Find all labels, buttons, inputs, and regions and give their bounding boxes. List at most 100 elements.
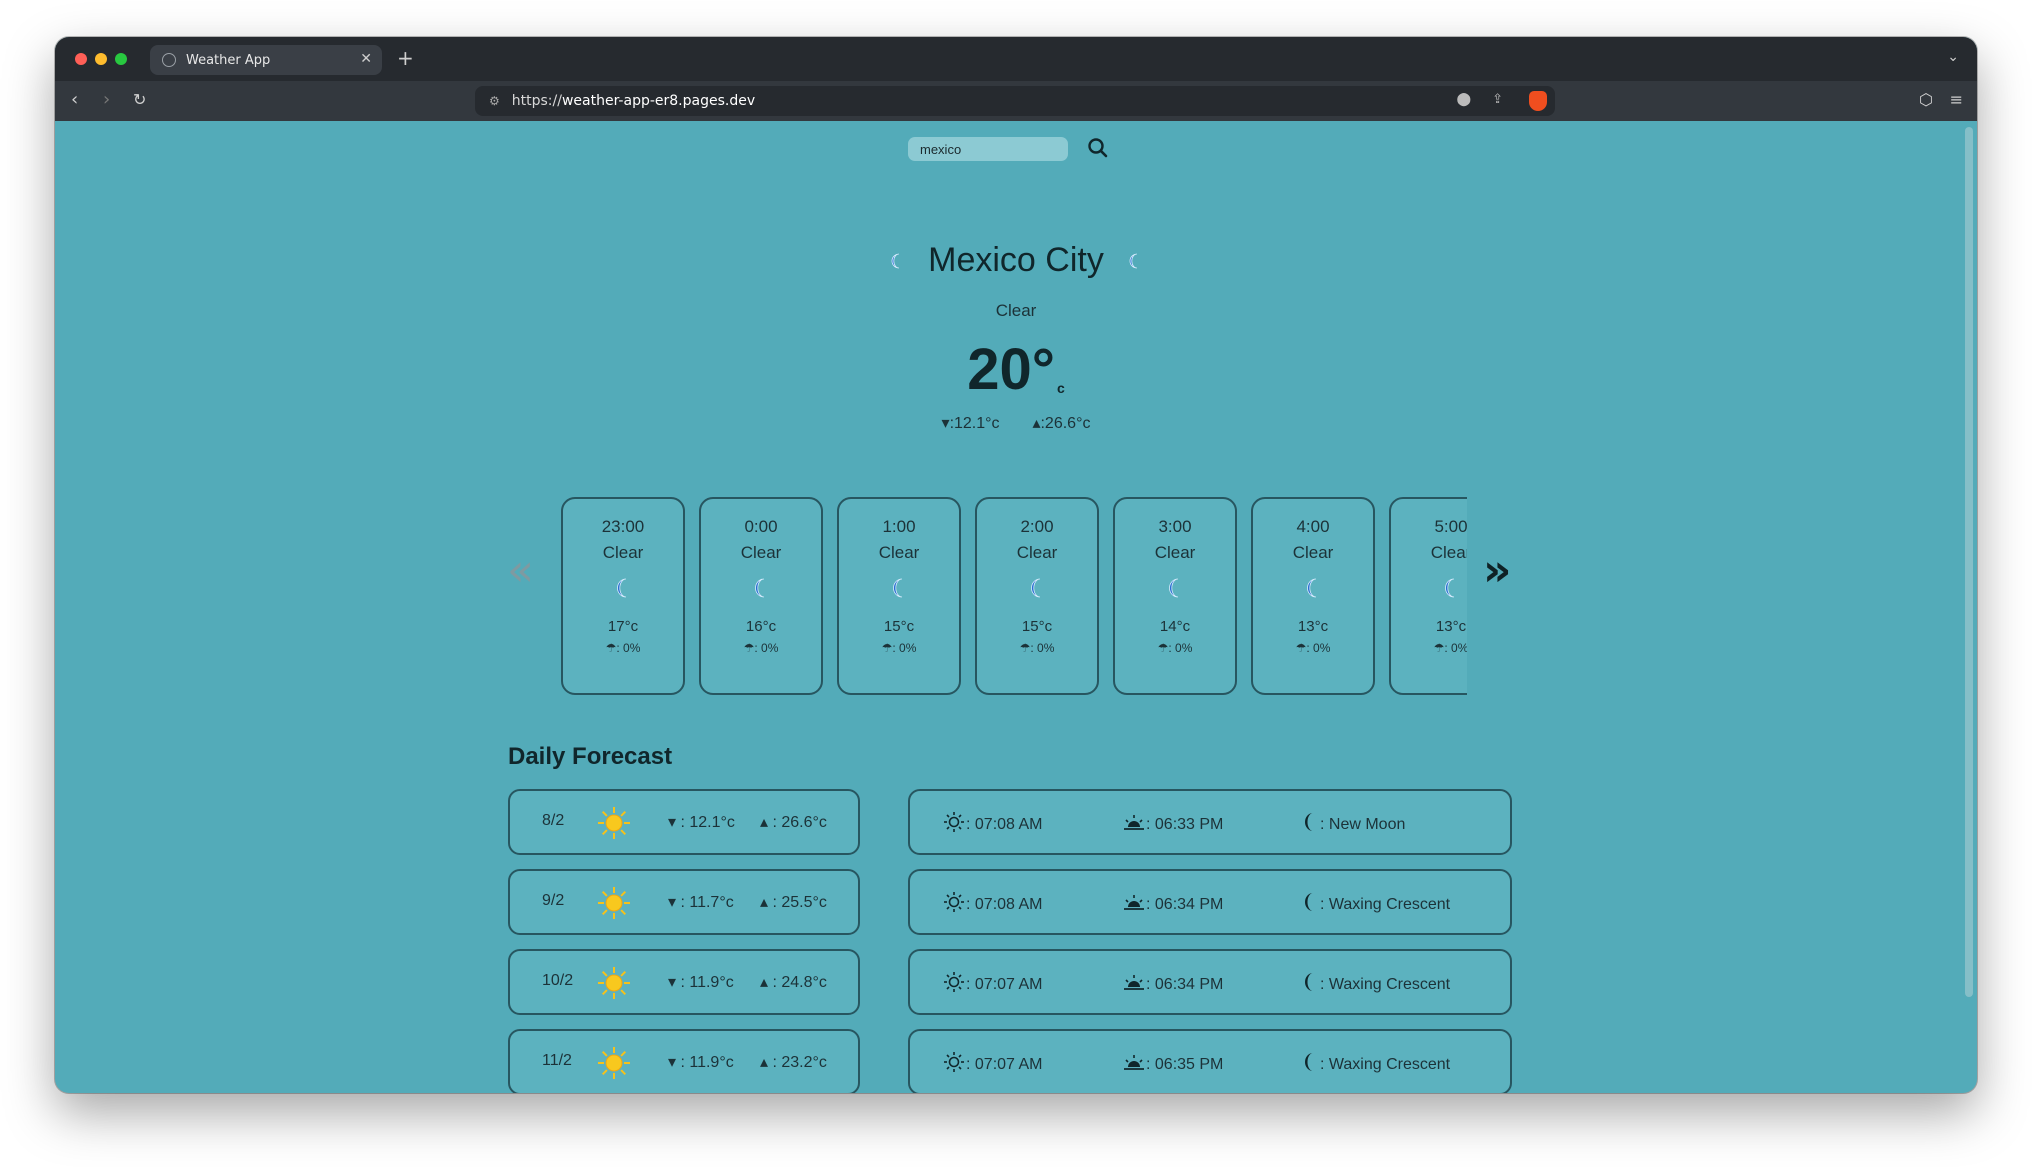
hour-time: 23:00	[601, 517, 645, 536]
umbrella-icon: ☂	[1295, 641, 1307, 655]
search-input[interactable]	[908, 137, 1068, 161]
sunset-icon	[1124, 975, 1144, 990]
extensions-icon[interactable]: ⬡	[1919, 90, 1933, 109]
hour-temp: 16°c	[745, 618, 777, 635]
day-max: : 26.6°c	[772, 814, 827, 831]
hour-card: 5:00 Clear 13°c ☂: 0%	[1389, 497, 1467, 695]
umbrella-icon: ☂	[605, 641, 617, 655]
weather-page: Mexico City Clear 20°c ▾:12.1°c ▴:26.6°c…	[55, 121, 1977, 1093]
max-arrow-icon: ▴	[760, 894, 773, 911]
sun-icon	[598, 807, 630, 839]
sun-icon	[598, 967, 630, 999]
sunrise-icon	[944, 892, 964, 912]
hour-rain: : 0%	[1030, 641, 1055, 655]
moon-icon	[893, 578, 903, 598]
maximize-window-button[interactable]	[115, 53, 127, 65]
min-arrow-icon: ▾	[668, 894, 681, 911]
minimize-window-button[interactable]	[95, 53, 107, 65]
moon-phase-icon	[1305, 813, 1313, 831]
tab-title: Weather App	[186, 52, 271, 68]
tab-close-icon[interactable]: ✕	[360, 51, 372, 67]
day-min: : 11.9°c	[680, 974, 734, 991]
hour-rain: : 0%	[754, 641, 779, 655]
hour-condition: Clear	[740, 543, 782, 562]
close-window-button[interactable]	[75, 53, 87, 65]
umbrella-icon: ☂	[881, 641, 893, 655]
daily-temp-card: 8/2 ▾ : 12.1°c ▴ : 26.6°c	[508, 789, 860, 855]
url-scheme: https://	[511, 93, 562, 109]
hour-card: 4:00 Clear 13°c ☂: 0%	[1251, 497, 1375, 695]
day-max: : 24.8°c	[772, 974, 827, 991]
sunrise-time: : 07:08 AM	[966, 816, 1043, 833]
moon-icon	[891, 253, 899, 268]
hour-condition: Clear	[1430, 543, 1467, 562]
hour-card: 2:00 Clear 15°c ☂: 0%	[975, 497, 1099, 695]
site-settings-icon[interactable]: ⚙	[489, 94, 500, 108]
moon-phase: : Waxing Crescent	[1320, 1056, 1451, 1073]
daily-sun-card: : 07:08 AM : 06:33 PM : New Moon	[908, 789, 1512, 855]
hourly-forecast: 23:00 Clear 17°c ☂: 0% 0:00 Clear 16°c ☂…	[561, 497, 1467, 697]
current-temperature: 20° c	[55, 336, 1977, 403]
current-condition: Clear	[995, 301, 1037, 320]
hour-time: 0:00	[744, 517, 778, 536]
hour-time: 5:00	[1434, 517, 1467, 536]
url-host: weather-app-er8.pages.dev	[561, 93, 756, 109]
hour-card: 23:00 Clear 17°c ☂: 0%	[561, 497, 685, 695]
day-min: : 11.9°c	[680, 1054, 734, 1071]
sunrise-icon	[944, 972, 964, 992]
umbrella-icon: ☂	[743, 641, 755, 655]
max-arrow-icon: ▴	[760, 1054, 773, 1071]
hour-time: 1:00	[882, 517, 916, 536]
tab-weather-app[interactable]: Weather App ✕	[150, 45, 382, 75]
min-max-row: ▾:12.1°c ▴:26.6°c	[55, 413, 1977, 433]
hour-temp: 13°c	[1297, 618, 1329, 635]
moon-phase-icon	[1305, 973, 1313, 991]
moon-phase: : New Moon	[1320, 816, 1406, 833]
reload-icon[interactable]: ↻	[133, 90, 146, 109]
max-arrow-icon: ▴	[760, 814, 773, 831]
hour-temp: 15°c	[1021, 618, 1053, 635]
temperature-unit: c	[1056, 380, 1065, 396]
sunset-icon	[1124, 895, 1144, 910]
temperature-value: 20°	[967, 337, 1055, 402]
daily-sun-card: : 07:08 AM : 06:34 PM : Waxing Crescent	[908, 869, 1512, 935]
tab-bar: Weather App ✕ + ⌄	[55, 37, 1977, 81]
min-temp: :12.1°c	[949, 415, 1000, 432]
daily-forecast-title: Daily Forecast	[508, 743, 673, 770]
hour-rain: : 0%	[1306, 641, 1331, 655]
hour-rain: : 0%	[892, 641, 917, 655]
min-arrow-icon: ▾	[668, 974, 681, 991]
share-icon[interactable]: ⇪	[1492, 92, 1503, 107]
moon-icon	[1307, 578, 1317, 598]
hour-temp: 15°c	[883, 618, 915, 635]
brave-shield-icon[interactable]	[1529, 91, 1547, 111]
next-hours-button[interactable]: »	[1483, 549, 1511, 593]
chevron-down-icon[interactable]: ⌄	[1947, 49, 1959, 65]
moon-icon	[755, 578, 765, 598]
day-max: : 25.5°c	[772, 894, 827, 911]
menu-icon[interactable]: ≡	[1950, 90, 1963, 109]
location-pin-icon[interactable]: ⬤	[1456, 92, 1471, 107]
prev-hours-button[interactable]: «	[507, 549, 534, 593]
moon-icon	[1129, 253, 1138, 268]
sunset-time: : 06:33 PM	[1146, 816, 1224, 833]
hour-time: 3:00	[1158, 517, 1192, 536]
daily-temp-card: 11/2 ▾ : 11.9°c ▴ : 23.2°c	[508, 1029, 860, 1093]
hour-condition: Clear	[1154, 543, 1196, 562]
umbrella-icon: ☂	[1433, 641, 1445, 655]
new-tab-button[interactable]: +	[397, 46, 414, 70]
moon-phase-icon	[1305, 1053, 1313, 1071]
search-icon[interactable]	[1085, 135, 1111, 161]
sunrise-time: : 07:08 AM	[966, 896, 1043, 913]
moon-icon	[1031, 578, 1041, 598]
moon-phase-icon	[1305, 893, 1313, 911]
daily-temp-card: 9/2 ▾ : 11.7°c ▴ : 25.5°c	[508, 869, 860, 935]
daily-sun-card: : 07:07 AM : 06:34 PM : Waxing Crescent	[908, 949, 1512, 1015]
day-max: : 23.2°c	[772, 1054, 827, 1071]
forward-icon[interactable]: ›	[103, 89, 110, 110]
back-icon[interactable]: ‹	[71, 89, 78, 110]
address-bar[interactable]: ⚙ https://weather-app-er8.pages.dev ⬤ ⇪	[475, 86, 1555, 116]
moon-icon	[1445, 578, 1455, 598]
hour-temp: 13°c	[1435, 618, 1467, 635]
hour-rain: : 0%	[1444, 641, 1467, 655]
